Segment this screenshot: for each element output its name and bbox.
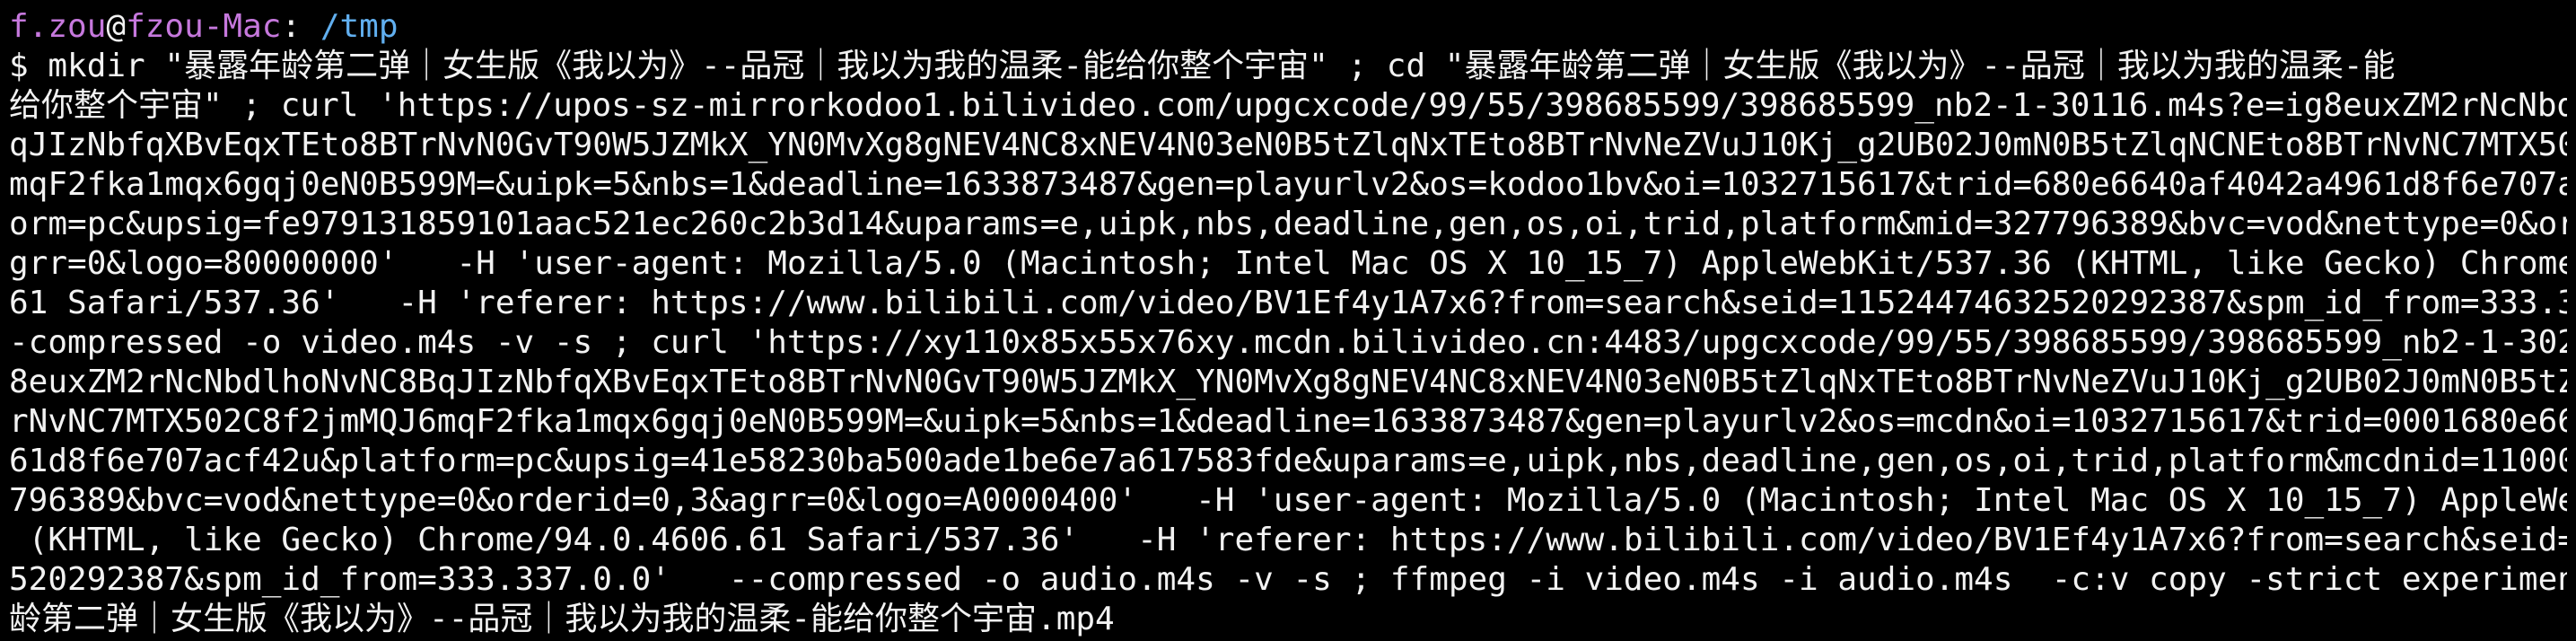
command-line: qJIzNbfqXBvEqxTEto8BTrNvN0GvT90W5JZMkX_Y… xyxy=(9,127,2567,163)
command-line: $ mkdir "暴露年龄第二弹｜女生版《我以为》--品冠｜我以为我的温柔-能给… xyxy=(9,48,2396,84)
prompt-user: f.zou xyxy=(9,8,107,45)
command-line: 796389&bvc=vod&nettype=0&orderid=0,3&agr… xyxy=(9,482,2567,519)
command-line: -compressed -o video.m4s -v -s ; curl 'h… xyxy=(9,324,2567,361)
command-line: 8euxZM2rNcNbdlhoNvNC8BqJIzNbfqXBvEqxTEto… xyxy=(9,364,2567,400)
prompt-host: fzou-Mac xyxy=(126,8,282,45)
command-line: rNvNC7MTX502C8f2jmMQJ6mqF2fka1mqx6gqj0eN… xyxy=(9,403,2567,440)
command-line: (KHTML, like Gecko) Chrome/94.0.4606.61 … xyxy=(9,522,2567,558)
command-input[interactable]: $ mkdir "暴露年龄第二弹｜女生版《我以为》--品冠｜我以为我的温柔-能给… xyxy=(9,47,2567,639)
prompt-separator: : xyxy=(281,8,320,45)
command-line: grr=0&logo=80000000' -H 'user-agent: Moz… xyxy=(9,245,2567,282)
command-line: 61d8f6e707acf42u&platform=pc&upsig=41e58… xyxy=(9,443,2567,479)
command-line: 给你整个宇宙" ; curl 'https://upos-sz-mirrorko… xyxy=(9,87,2567,124)
command-line: 520292387&spm_id_from=333.337.0.0' --com… xyxy=(9,560,2567,600)
command-line-text: 520292387&spm_id_from=333.337.0.0' --com… xyxy=(9,561,2567,598)
command-line: 龄第二弹｜女生版《我以为》--品冠｜我以为我的温柔-能给你整个宇宙.mp4 xyxy=(9,601,1115,637)
prompt-at-sign: @ xyxy=(106,8,127,45)
prompt-path: /tmp xyxy=(320,8,399,45)
command-line: mqF2fka1mqx6gqj0eN0B599M=&uipk=5&nbs=1&d… xyxy=(9,166,2567,203)
command-line: orm=pc&upsig=fe979131859101aac521ec260c2… xyxy=(9,206,2567,242)
terminal-window[interactable]: f.zou@fzou-Mac: /tmp $ mkdir "暴露年龄第二弹｜女生… xyxy=(0,0,2576,641)
command-line: 61 Safari/537.36' -H 'referer: https://w… xyxy=(9,285,2567,321)
shell-prompt: f.zou@fzou-Mac: /tmp xyxy=(9,7,2567,47)
